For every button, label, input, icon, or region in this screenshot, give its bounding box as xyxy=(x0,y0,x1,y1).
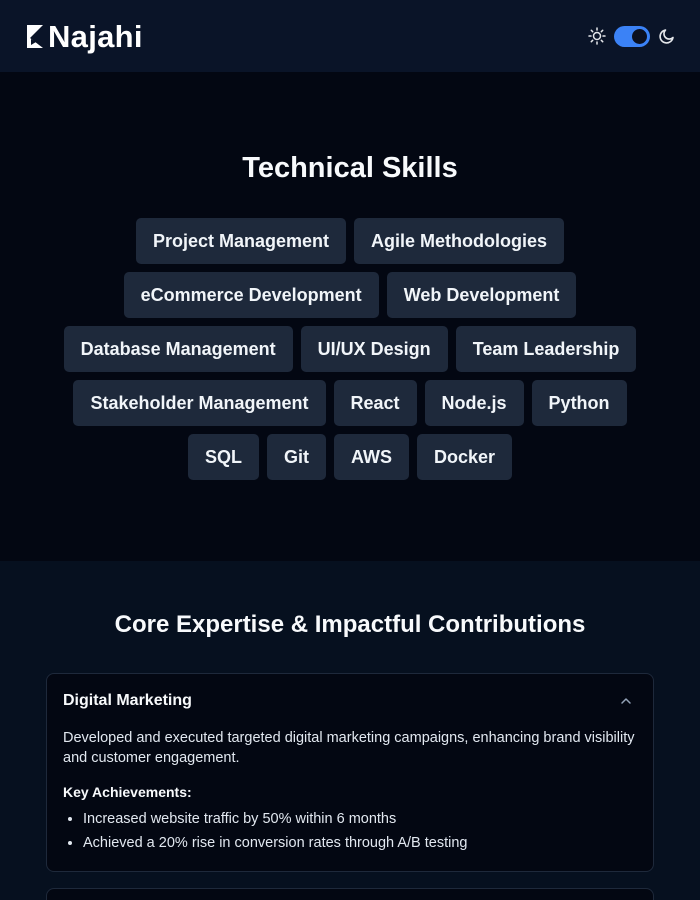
skill-chip: Web Development xyxy=(386,272,577,318)
skill-chip: Docker xyxy=(417,434,513,480)
achievements-label: Key Achievements: xyxy=(63,784,192,800)
skill-chip: Git xyxy=(266,434,326,480)
expertise-card-collapsed[interactable] xyxy=(46,888,654,900)
core-expertise-section: Core Expertise & Impactful Contributions… xyxy=(0,561,700,900)
skill-chip: Python xyxy=(531,380,627,426)
moon-icon[interactable] xyxy=(658,27,676,45)
skill-chip: UI/UX Design xyxy=(300,326,448,372)
section-title: Technical Skills xyxy=(242,152,458,184)
chevron-up-icon[interactable] xyxy=(619,694,633,708)
accordion-header[interactable]: Digital Marketing xyxy=(63,692,637,710)
skill-chip: Agile Methodologies xyxy=(354,218,565,264)
site-header: Najahi xyxy=(0,0,700,72)
skill-chip: Project Management xyxy=(135,218,347,264)
sun-icon[interactable] xyxy=(588,27,606,45)
toggle-knob xyxy=(632,28,647,44)
brand-name: Najahi xyxy=(48,18,143,54)
skill-chip: Team Leadership xyxy=(455,326,637,372)
skill-chip: SQL xyxy=(187,434,259,480)
skill-chip: AWS xyxy=(333,434,409,480)
achievements-list: Increased website traffic by 50% within … xyxy=(63,807,637,855)
list-item: Increased website traffic by 50% within … xyxy=(83,807,637,831)
skill-chip: eCommerce Development xyxy=(123,272,379,318)
technical-skills-section: Technical Skills Project Management Agil… xyxy=(0,72,700,561)
skill-list: Project Management Agile Methodologies e… xyxy=(50,218,650,480)
expertise-card: Digital Marketing Developed and executed… xyxy=(46,673,654,872)
najahi-logo-icon xyxy=(27,25,43,48)
skill-chip: Stakeholder Management xyxy=(73,380,326,426)
card-title: Digital Marketing xyxy=(63,692,192,709)
theme-switch xyxy=(588,25,676,47)
skill-chip: Node.js xyxy=(424,380,524,426)
section-title: Core Expertise & Impactful Contributions xyxy=(114,611,586,638)
list-item: Achieved a 20% rise in conversion rates … xyxy=(83,831,637,855)
card-description: Developed and executed targeted digital … xyxy=(63,730,635,766)
brand-logo[interactable]: Najahi xyxy=(24,21,143,52)
skill-chip: Database Management xyxy=(63,326,293,372)
theme-toggle[interactable] xyxy=(614,25,650,47)
skill-chip: React xyxy=(333,380,417,426)
